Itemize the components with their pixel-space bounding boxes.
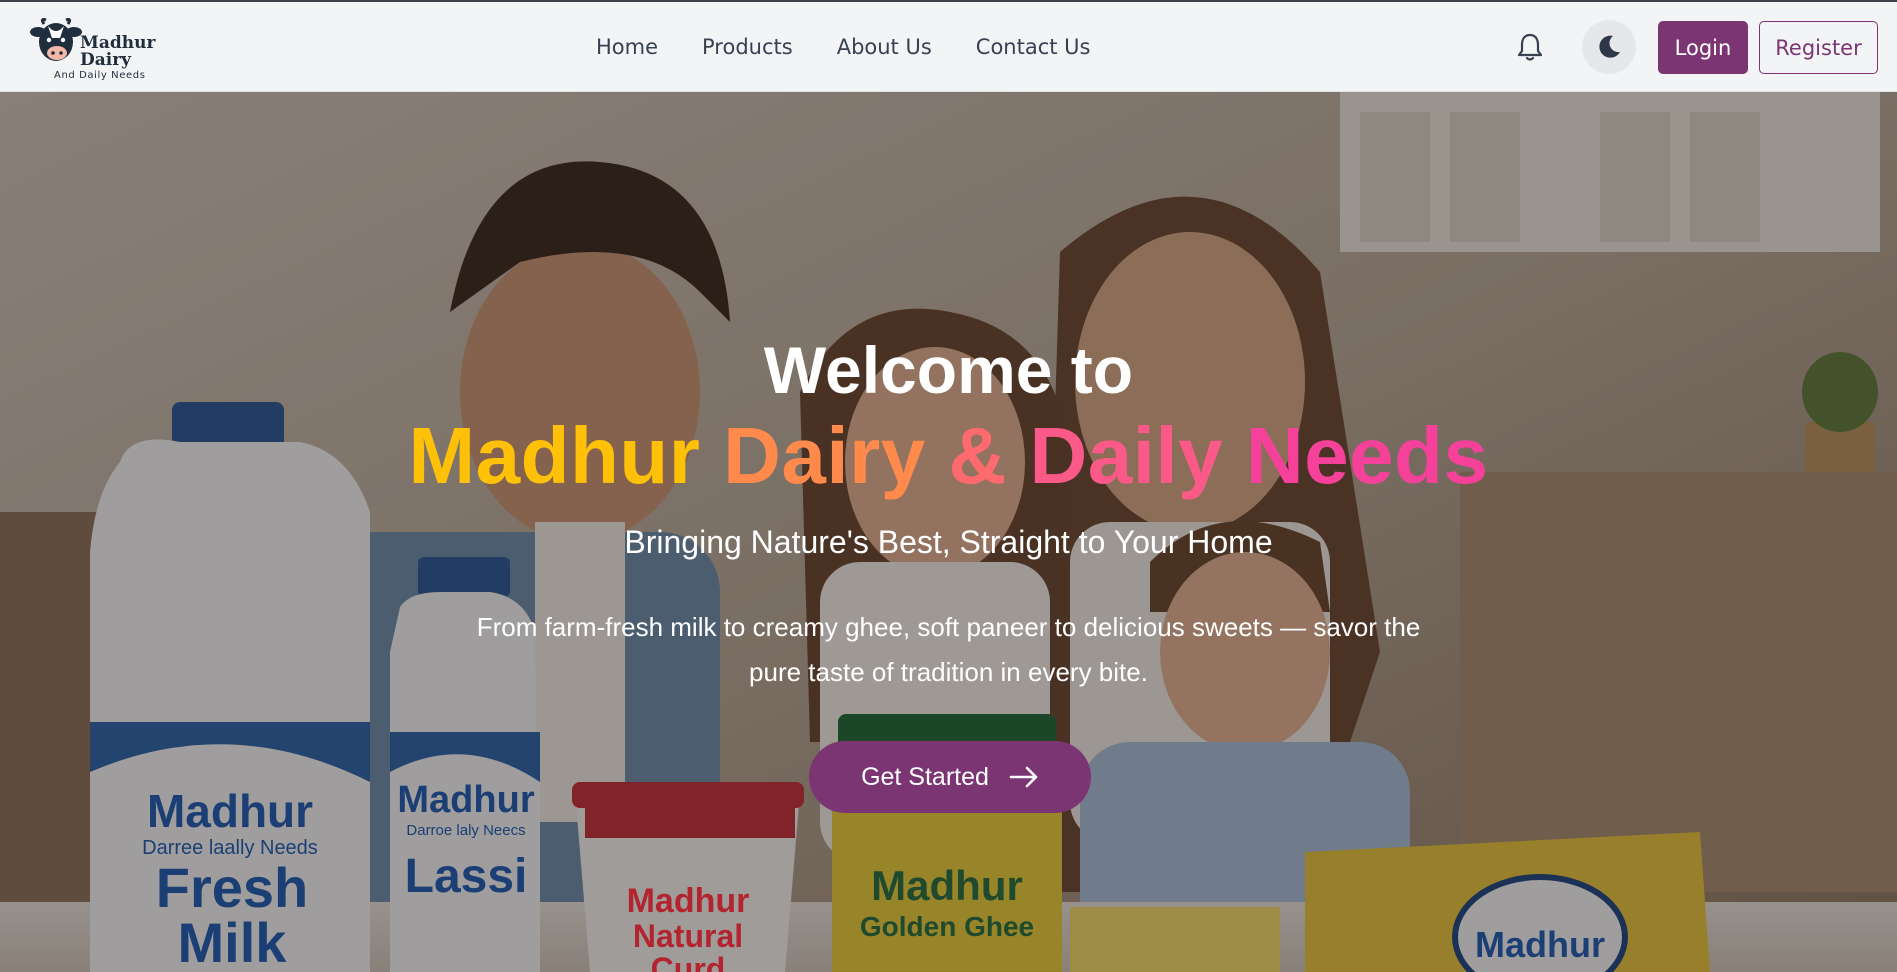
hero-description: From farm-fresh milk to creamy ghee, sof…	[476, 612, 1421, 687]
theme-toggle-button[interactable]	[1582, 20, 1636, 74]
nav-link-products[interactable]: Products	[702, 35, 793, 59]
brand-word-ampersand: &	[948, 411, 1030, 500]
nav-link-about-us[interactable]: About Us	[837, 35, 932, 59]
register-button[interactable]: Register	[1759, 21, 1878, 74]
logo-text-tagline: And Daily Needs	[54, 70, 146, 81]
nav-link-home[interactable]: Home	[596, 35, 658, 59]
navbar: Madhur Dairy And Daily Needs Home Produc…	[0, 2, 1897, 92]
hero-content: Welcome to Madhur Dairy & Daily Needs Br…	[0, 92, 1897, 972]
nav-link-contact-us[interactable]: Contact Us	[976, 35, 1091, 59]
get-started-label: Get Started	[861, 762, 989, 791]
brand-word-madhur: Madhur	[408, 411, 724, 500]
hero-welcome-heading: Welcome to	[763, 333, 1134, 407]
hero-brand-heading: Madhur Dairy & Daily Needs	[0, 410, 1897, 502]
login-button[interactable]: Login	[1658, 21, 1748, 74]
arrow-right-icon	[1009, 766, 1038, 788]
brand-word-dairy: Dairy	[723, 411, 949, 500]
brand-logo[interactable]: Madhur Dairy And Daily Needs	[30, 14, 155, 82]
hero-tagline: Bringing Nature's Best, Straight to Your…	[624, 524, 1273, 560]
get-started-button[interactable]: Get Started	[809, 741, 1091, 813]
logo-text-dairy: Dairy	[80, 50, 132, 70]
bell-icon[interactable]	[1516, 32, 1544, 62]
brand-word-needs: Needs	[1245, 411, 1489, 500]
cow-logo-icon	[30, 18, 82, 61]
hero-section: Madhur Darree laally Needs Fresh Milk Ma…	[0, 92, 1897, 972]
main-nav: Home Products About Us Contact Us	[596, 2, 1090, 92]
moon-icon	[1599, 35, 1620, 58]
brand-word-daily: Daily	[1029, 411, 1246, 500]
